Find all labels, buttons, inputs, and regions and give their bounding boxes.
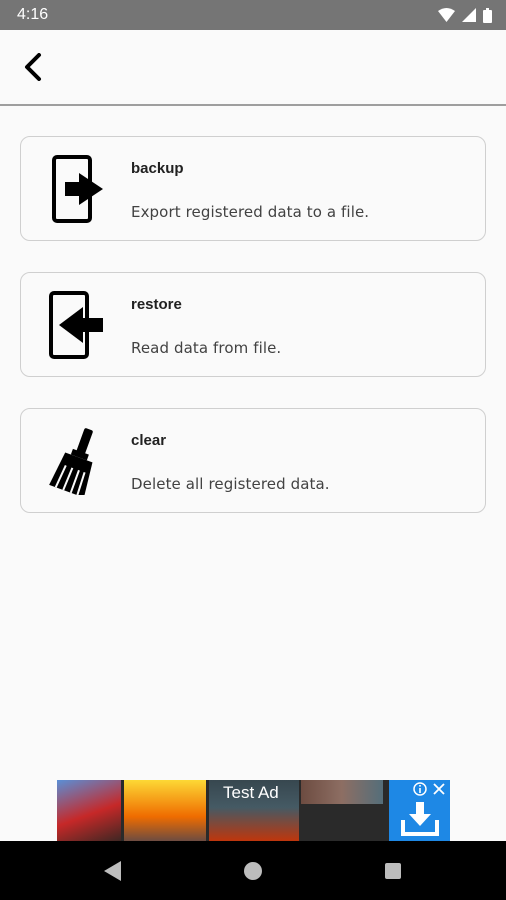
export-to-file-icon [47,155,107,223]
restore-description: Read data from file. [131,339,282,357]
backup-option-card[interactable]: backup Export registered data to a file. [20,136,486,241]
status-time: 4:16 [17,6,49,23]
status-icons [438,7,492,23]
recents-square-icon [385,863,401,879]
wifi-icon [438,8,455,22]
nav-back-button[interactable] [96,855,128,887]
broom-icon [47,427,107,498]
backup-description: Export registered data to a file. [131,203,370,221]
ad-label: Test Ad [223,783,279,802]
backup-title: backup [131,160,184,177]
ad-image-tile [57,780,121,841]
nav-home-button[interactable] [237,855,269,887]
back-button[interactable] [14,48,52,86]
system-nav-bar [0,841,506,900]
home-circle-icon [244,862,262,880]
chevron-left-icon [25,53,41,81]
ad-image-tile [124,780,206,841]
ad-info-icon[interactable] [413,782,427,796]
download-icon [401,802,439,836]
clear-option-card[interactable]: clear Delete all registered data. [20,408,486,513]
battery-icon [483,7,492,23]
cellular-icon [462,8,476,22]
clear-description: Delete all registered data. [131,475,330,493]
ad-install-button[interactable] [389,780,450,841]
app-bar [0,30,506,106]
restore-title: restore [131,296,182,313]
nav-recents-button[interactable] [377,855,409,887]
ad-image-tile [301,780,383,804]
clear-title: clear [131,432,167,449]
restore-option-card[interactable]: restore Read data from file. [20,272,486,377]
status-bar: 4:16 [0,0,506,30]
back-triangle-icon [104,861,121,881]
ad-banner[interactable]: Test Ad [57,780,450,841]
ad-close-icon[interactable] [433,783,445,795]
import-from-file-icon [47,291,107,359]
